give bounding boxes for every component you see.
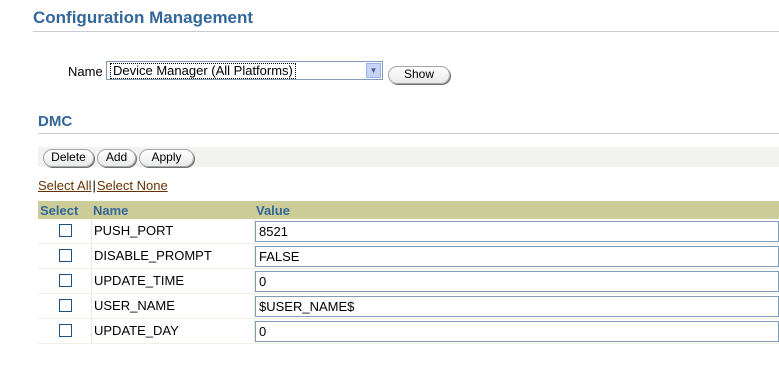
name-label: Name xyxy=(68,64,103,79)
table-header-row: Select Name Value xyxy=(38,201,779,219)
chevron-down-icon[interactable]: ▼ xyxy=(366,63,381,78)
row-select-checkbox[interactable] xyxy=(59,224,72,237)
name-select-value: Device Manager (All Platforms) xyxy=(110,63,296,79)
select-links: Select All|Select None xyxy=(38,178,168,193)
section-divider xyxy=(38,133,779,134)
table-row: UPDATE_TIME 0 xyxy=(38,269,779,294)
name-select[interactable]: Device Manager (All Platforms) ▼ xyxy=(106,61,383,80)
table-row: UPDATE_DAY 0 xyxy=(38,319,779,344)
row-name: PUSH_PORT xyxy=(94,223,174,238)
column-divider xyxy=(91,269,92,293)
table-row: USER_NAME $USER_NAME$ xyxy=(38,294,779,319)
column-divider xyxy=(91,244,92,268)
row-value-input[interactable]: 0 xyxy=(255,271,779,292)
row-value-input[interactable]: FALSE xyxy=(255,246,779,267)
column-divider xyxy=(91,294,92,318)
title-divider xyxy=(33,31,779,32)
select-all-link[interactable]: Select All xyxy=(38,178,91,193)
column-header-name: Name xyxy=(93,203,129,218)
table-row: PUSH_PORT 8521 xyxy=(38,219,779,244)
row-select-checkbox[interactable] xyxy=(59,274,72,287)
show-button[interactable]: Show xyxy=(388,66,450,84)
table-row: DISABLE_PROMPT FALSE xyxy=(38,244,779,269)
row-select-checkbox[interactable] xyxy=(59,249,72,262)
delete-button[interactable]: Delete xyxy=(43,149,94,167)
row-value-input[interactable]: $USER_NAME$ xyxy=(255,296,779,317)
row-name: UPDATE_TIME xyxy=(94,273,185,288)
config-table: Select Name Value PUSH_PORT 8521 DISABLE… xyxy=(38,201,779,344)
row-value-input[interactable]: 0 xyxy=(255,321,779,342)
row-name: DISABLE_PROMPT xyxy=(94,248,212,263)
row-name: USER_NAME xyxy=(94,298,175,313)
row-value-input[interactable]: 8521 xyxy=(255,221,779,242)
column-header-value: Value xyxy=(256,203,290,218)
select-none-link[interactable]: Select None xyxy=(97,178,168,193)
page-title: Configuration Management xyxy=(33,8,254,27)
row-select-checkbox[interactable] xyxy=(59,324,72,337)
column-header-select: Select xyxy=(40,203,79,218)
section-title: DMC xyxy=(38,113,73,130)
add-button[interactable]: Add xyxy=(97,149,136,167)
column-divider xyxy=(91,219,92,243)
row-name: UPDATE_DAY xyxy=(94,323,179,338)
apply-button[interactable]: Apply xyxy=(139,149,194,167)
row-select-checkbox[interactable] xyxy=(59,299,72,312)
column-divider xyxy=(91,319,92,343)
